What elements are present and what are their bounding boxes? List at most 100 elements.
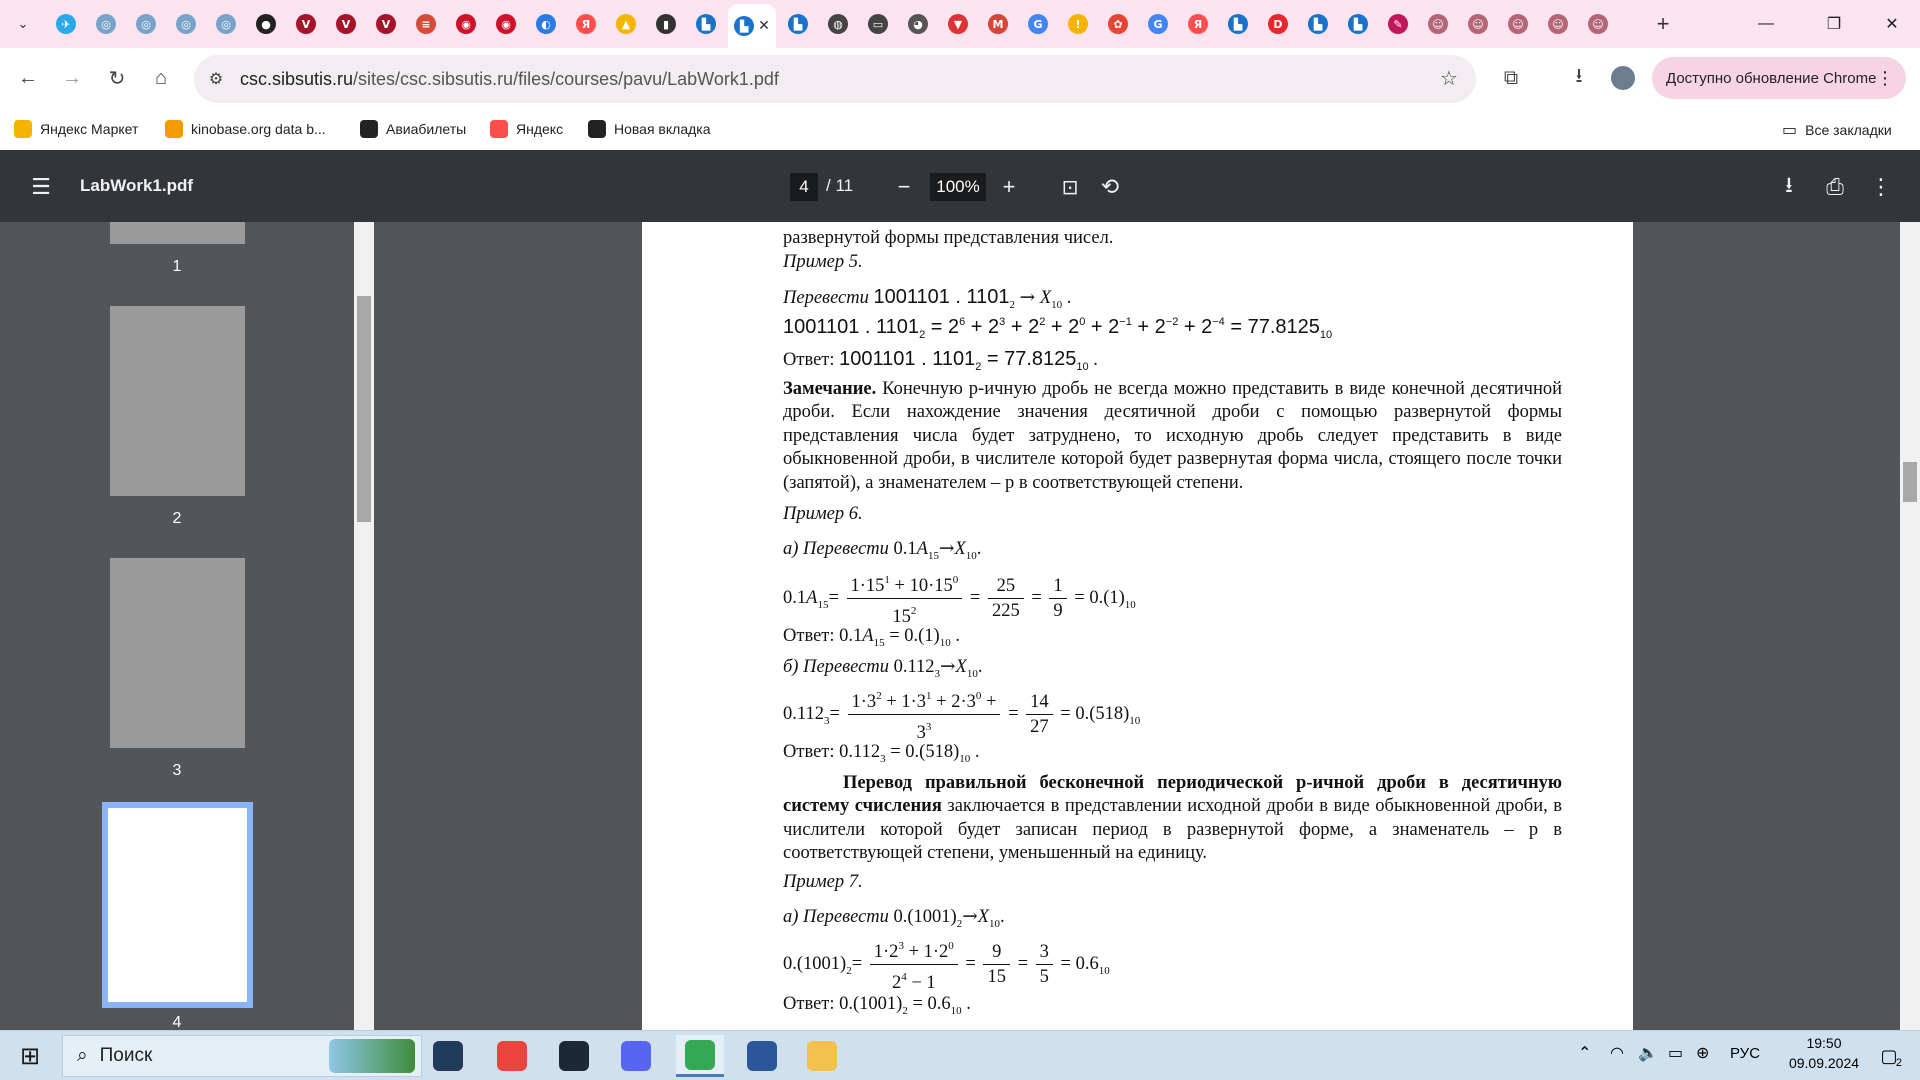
browser-tab[interactable]: ! [1060, 6, 1096, 42]
thumbnail-page-1[interactable] [110, 222, 245, 244]
browser-tab[interactable]: ◎ [208, 6, 244, 42]
browser-tab[interactable]: ◎ [88, 6, 124, 42]
taskbar-app[interactable] [676, 1035, 724, 1077]
bookmark-item[interactable]: kinobase.org data b... [165, 120, 326, 138]
browser-tab[interactable]: ● [248, 6, 284, 42]
browser-tab[interactable]: V [368, 6, 404, 42]
all-bookmarks[interactable]: ▭ Все закладки [1782, 120, 1892, 140]
browser-tab[interactable]: V [288, 6, 324, 42]
rotate-icon[interactable]: ⟲ [1095, 172, 1125, 202]
tray-chevron-icon[interactable]: ⌃ [1578, 1043, 1591, 1063]
browser-tab[interactable]: ▙ ✕ [728, 4, 776, 48]
pdf-more-icon[interactable]: ⋮ [1866, 172, 1896, 202]
reload-icon[interactable]: ↻ [99, 60, 135, 96]
back-icon[interactable]: ← [10, 60, 46, 96]
browser-tab[interactable]: ☺ [1580, 6, 1616, 42]
bookmark-item[interactable]: Новая вкладка [588, 120, 711, 138]
browser-tab[interactable]: D [1260, 6, 1296, 42]
browser-tab[interactable]: M [980, 6, 1016, 42]
browser-tab[interactable]: ◉ [488, 6, 524, 42]
profile-avatar[interactable] [1605, 60, 1641, 96]
thumbnail-page-4-selected[interactable] [102, 802, 253, 1008]
bookmark-item[interactable]: Авиабилеты [360, 120, 466, 138]
zoom-input[interactable]: 100% [930, 173, 986, 201]
bookmark-star-icon[interactable]: ☆ [1431, 60, 1467, 96]
url-text[interactable]: csc.sibsutis.ru/sites/csc.sibsutis.ru/fi… [240, 66, 779, 92]
taskbar-app[interactable] [612, 1035, 660, 1077]
bookmark-item[interactable]: Яндекс [490, 120, 563, 138]
browser-tab[interactable]: ▭ [860, 6, 896, 42]
browser-tab[interactable]: ▙ [1220, 6, 1256, 42]
chrome-update-button[interactable]: Доступно обновление Chrome ⋮ [1652, 57, 1906, 99]
telegram-icon: ✈ [56, 14, 76, 34]
page-number-input[interactable]: 4 [790, 173, 818, 201]
browser-tab[interactable]: Я [568, 6, 604, 42]
browser-tab[interactable]: ◐ [528, 6, 564, 42]
taskbar-app[interactable] [424, 1035, 472, 1077]
browser-tab[interactable]: ▮ [648, 6, 684, 42]
zoom-in-icon[interactable]: + [994, 172, 1024, 202]
download-icon[interactable]: ⭳ [1561, 60, 1597, 96]
pdf-download-icon[interactable]: ⭳ [1774, 172, 1804, 202]
close-tab-icon[interactable]: ✕ [758, 16, 770, 36]
sidebar-scroll-thumb[interactable] [357, 296, 371, 522]
print-icon[interactable]: ⎙ [1820, 172, 1850, 202]
clock-date[interactable]: 09.09.2024 [1776, 1055, 1872, 1071]
notifications-icon[interactable]: ▢ 2 [1874, 1041, 1904, 1071]
viewer-scroll-thumb[interactable] [1903, 462, 1917, 502]
browser-tab[interactable]: ☺ [1460, 6, 1496, 42]
windows-taskbar: ⊞ ⌕ Поиск ⌃ ◠ 🔈 ▭ ⊕ РУС 19:50 09.09.2024… [0, 1030, 1920, 1080]
browser-tab[interactable]: ≡ [408, 6, 444, 42]
browser-tab[interactable]: V [328, 6, 364, 42]
tab-search-icon[interactable]: ⌄ [8, 9, 38, 39]
home-icon[interactable]: ⌂ [143, 60, 179, 96]
volume-icon[interactable]: 🔈 [1638, 1043, 1658, 1063]
taskbar-app[interactable] [738, 1035, 786, 1077]
taskbar-app[interactable] [798, 1035, 846, 1077]
viewer-scrollbar[interactable] [1900, 222, 1920, 1030]
browser-tab[interactable]: ◉ [448, 6, 484, 42]
browser-tab[interactable]: ▼ [940, 6, 976, 42]
taskbar-search[interactable]: ⌕ Поиск [62, 1035, 422, 1077]
fit-page-icon[interactable]: ⊡ [1055, 172, 1085, 202]
clock-time[interactable]: 19:50 [1792, 1035, 1856, 1051]
browser-tab[interactable]: ▙ [1340, 6, 1376, 42]
taskbar-app[interactable] [550, 1035, 598, 1077]
browser-tab[interactable]: ☺ [1420, 6, 1456, 42]
browser-tab[interactable]: ◕ [900, 6, 936, 42]
browser-tab[interactable]: ▙ [1300, 6, 1336, 42]
browser-tab[interactable]: ✎ [1380, 6, 1416, 42]
maximize-button[interactable]: ❐ [1806, 0, 1862, 48]
site-info-icon[interactable]: ⚙ [198, 61, 234, 97]
wifi-icon[interactable]: ◠ [1610, 1043, 1624, 1063]
minimize-button[interactable]: — [1738, 0, 1794, 48]
zoom-out-icon[interactable]: − [889, 172, 919, 202]
thumbnail-page-3[interactable] [110, 558, 245, 748]
browser-tab[interactable]: ☺ [1540, 6, 1576, 42]
thumbnail-page-2[interactable] [110, 306, 245, 496]
new-tab-button[interactable]: + [1648, 9, 1678, 39]
browser-tab[interactable]: ▙ [688, 6, 724, 42]
browser-tab[interactable]: ✿ [1100, 6, 1136, 42]
browser-tab[interactable]: Я [1180, 6, 1216, 42]
bookmark-item[interactable]: Яндекс Маркет [14, 120, 138, 138]
browser-tab[interactable]: ▲ [608, 6, 644, 42]
browser-tab[interactable]: ◎ [128, 6, 164, 42]
extensions-icon[interactable]: ⧉ [1493, 60, 1529, 96]
browser-tab[interactable]: ✈ [48, 6, 84, 42]
browser-tab[interactable]: ◎ [168, 6, 204, 42]
record-icon: ◉ [456, 14, 476, 34]
ime-icon[interactable]: ⊕ [1696, 1043, 1709, 1063]
battery-icon[interactable]: ▭ [1668, 1043, 1683, 1063]
browser-tab[interactable]: ☺ [1500, 6, 1536, 42]
close-window-button[interactable]: ✕ [1864, 0, 1920, 48]
browser-tab[interactable]: G [1020, 6, 1056, 42]
menu-icon[interactable]: ☰ [26, 172, 56, 202]
browser-tab[interactable]: ◍ [820, 6, 856, 42]
start-button[interactable]: ⊞ [6, 1035, 54, 1077]
browser-tab[interactable]: ▙ [780, 6, 816, 42]
taskbar-app[interactable] [488, 1035, 536, 1077]
forward-icon[interactable]: → [54, 60, 90, 96]
browser-tab[interactable]: G [1140, 6, 1176, 42]
language-indicator[interactable]: РУС [1730, 1045, 1760, 1062]
